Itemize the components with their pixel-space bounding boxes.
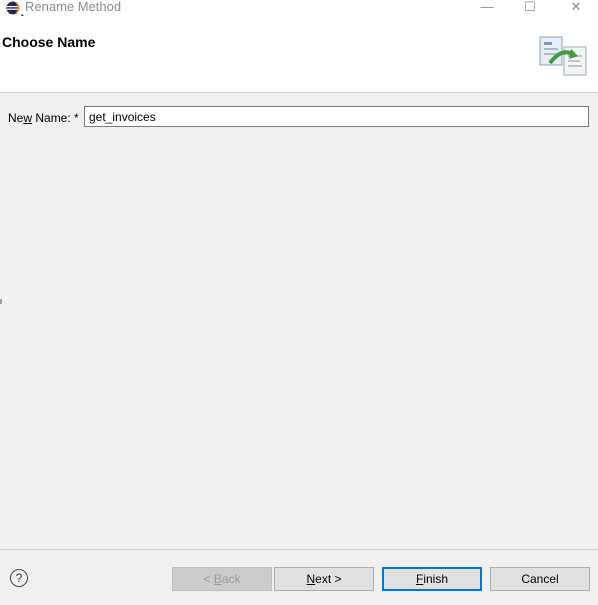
- minimize-button[interactable]: —: [467, 0, 507, 16]
- next-button[interactable]: Next >: [274, 567, 374, 591]
- help-icon[interactable]: ?: [10, 569, 28, 587]
- wizard-banner: Choose Name: [0, 16, 598, 92]
- back-button: < Back: [172, 567, 272, 591]
- maximize-button[interactable]: ☐: [510, 0, 550, 16]
- cancel-button[interactable]: Cancel: [490, 567, 590, 591]
- new-name-label: New Name: *: [8, 111, 79, 125]
- eclipse-icon: [6, 1, 20, 15]
- close-button[interactable]: ✕: [556, 0, 596, 16]
- finish-button[interactable]: Finish: [382, 567, 482, 591]
- banner-separator: [0, 92, 598, 93]
- page-title: Choose Name: [2, 34, 96, 50]
- new-name-input[interactable]: [84, 106, 589, 127]
- sash-handle: [0, 299, 2, 304]
- window-title: Rename Method: [25, 0, 122, 14]
- footer-separator: [0, 549, 598, 550]
- rename-refactor-icon: [539, 36, 587, 76]
- title-bar: Rename Method — ☐ ✕: [0, 0, 598, 16]
